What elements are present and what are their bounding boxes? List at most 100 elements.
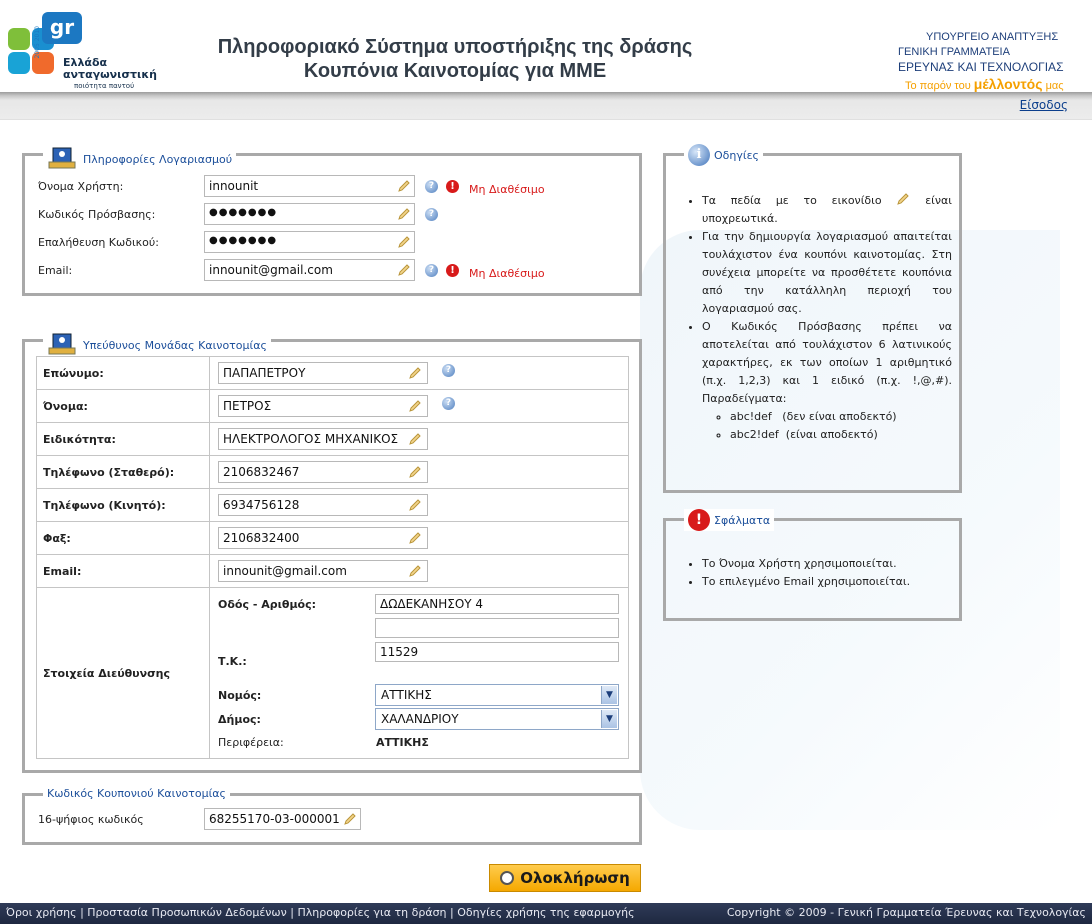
- required-pencil-icon: [409, 499, 421, 511]
- errors-legend: ! Σφάλματα: [684, 509, 775, 531]
- field-help-icon[interactable]: ?: [442, 364, 455, 377]
- chevron-down-icon[interactable]: ▼: [601, 710, 617, 728]
- email-error-text: Μη Διαθέσιμο: [469, 267, 545, 280]
- instruction-item: Τα πεδία με το εικονίδιο είναι υποχρεωτι…: [702, 192, 952, 228]
- zip-label: Τ.Κ.:: [218, 655, 247, 668]
- error-item: Το Όνομα Χρήστη χρησιμοποιείται.: [702, 555, 952, 573]
- confirm-password-input[interactable]: ●●●●●●●: [204, 231, 415, 253]
- municipality-select[interactable]: ΧΑΛΑΝΔΡΙΟΥ ▼: [375, 708, 619, 730]
- municipality-label: Δήμος:: [218, 713, 261, 726]
- field-cell: 6934756128: [209, 488, 629, 522]
- password-help-icon[interactable]: ?: [425, 208, 438, 221]
- header: gr 2005 2010 Ελλάδα ανταγωνιστική ποιότη…: [0, 0, 1092, 92]
- footer-separator: |: [286, 906, 298, 919]
- ministry-line2: ΓΕΝΙΚΗ ΓΡΑΜΜΑΤΕΙΑ: [898, 46, 1010, 58]
- field-cell: innounit@gmail.com: [209, 554, 629, 588]
- required-pencil-icon: [344, 813, 356, 825]
- prefecture-select[interactable]: ΑΤΤΙΚΗΣ ▼: [375, 684, 619, 706]
- responsible-legend-text: Υπεύθυνος Μονάδας Καινοτομίας: [83, 338, 267, 352]
- instruction-item: Για την δημιουργία λογαριασμού απαιτείτα…: [702, 228, 952, 318]
- slogan-bold: μέλλοντός: [973, 76, 1043, 92]
- logo-text-line2: ανταγωνιστική: [63, 68, 157, 81]
- street-label: Οδός - Αριθμός:: [218, 598, 317, 611]
- field-label: Email:: [36, 554, 210, 588]
- account-legend: Πληροφορίες Λογαριασμού: [43, 146, 237, 172]
- required-pencil-icon: [409, 466, 421, 478]
- field-label: Φαξ:: [36, 521, 210, 555]
- region-label: Περιφέρεια:: [218, 736, 284, 749]
- field-cell: 2106832467: [209, 455, 629, 489]
- address-row: Στοιχεία Διεύθυνσης Οδός - Αριθμός: ΔΩΔΕ…: [36, 587, 629, 759]
- page-title-line1: Πληροφοριακό Σύστημα υποστήριξης της δρά…: [217, 36, 693, 58]
- username-help-icon[interactable]: ?: [425, 180, 438, 193]
- field-input[interactable]: ΠΕΤΡΟΣ: [218, 395, 428, 417]
- table-row: Ειδικότητα: ΗΛΕΚΤΡΟΛΟΓΟΣ ΜΗΧΑΝΙΚΟΣ: [36, 422, 629, 456]
- field-label: Επώνυμο:: [36, 356, 210, 390]
- address-cell: Οδός - Αριθμός: ΔΩΔΕΚΑΝΗΣΟΥ 4 Τ.Κ.: 1152…: [209, 587, 629, 759]
- responsible-fieldset: Υπεύθυνος Μονάδας Καινοτομίας Επώνυμο: ΠΑ…: [22, 332, 642, 773]
- field-label: Τηλέφωνο (Σταθερό):: [36, 455, 210, 489]
- username-label: Όνομα Χρήστη:: [38, 180, 124, 193]
- required-pencil-icon: [897, 193, 910, 205]
- field-input[interactable]: innounit@gmail.com: [218, 560, 428, 582]
- street-input[interactable]: ΔΩΔΕΚΑΝΗΣΟΥ 4: [375, 594, 619, 614]
- footer-link-guide[interactable]: Οδηγίες χρήσης της εφαρμογής: [457, 906, 634, 919]
- example-item: abc!def (δεν είναι αποδεκτό): [730, 408, 952, 426]
- password-label: Κωδικός Πρόσβασης:: [38, 208, 156, 221]
- table-row: Τηλέφωνο (Κινητό): 6934756128: [36, 488, 629, 522]
- logo-years: 2005 2010: [34, 26, 41, 59]
- coupon-code-input[interactable]: 68255170-03-000001: [204, 808, 361, 830]
- email-label: Email:: [38, 264, 73, 277]
- field-label: Όνομα:: [36, 389, 210, 423]
- ministry-line1: ΥΠΟΥΡΓΕΙΟ ΑΝΑΠΤΥΞΗΣ: [926, 31, 1059, 43]
- field-input[interactable]: 2106832400: [218, 527, 428, 549]
- ministry-block: ΥΠΟΥΡΓΕΙΟ ΑΝΑΠΤΥΞΗΣ ΓΕΝΙΚΗ ΓΡΑΜΜΑΤΕΙΑ ΕΡ…: [898, 30, 1063, 75]
- required-pencil-icon: [398, 264, 410, 276]
- email-error-icon: !: [446, 264, 459, 277]
- instructions-legend: i Οδηγίες: [684, 144, 763, 166]
- copyright: Copyright © 2009 - Γενική Γραμματεία Έρε…: [726, 906, 1086, 919]
- account-legend-text: Πληροφορίες Λογαριασμού: [83, 152, 233, 166]
- footer-separator: |: [76, 906, 88, 919]
- field-label: Ειδικότητα:: [36, 422, 210, 456]
- field-input[interactable]: ΗΛΕΚΤΡΟΛΟΓΟΣ ΜΗΧΑΝΙΚΟΣ: [218, 428, 428, 450]
- slogan-pre: Το παρόν του: [905, 80, 971, 92]
- logo-badge: gr: [42, 12, 82, 44]
- required-pencil-icon: [398, 208, 410, 220]
- user-account-icon: [48, 333, 76, 355]
- page-title: Πληροφοριακό Σύστημα υποστήριξης της δρά…: [150, 35, 760, 83]
- field-help-icon[interactable]: ?: [442, 397, 455, 410]
- login-link[interactable]: Είσοδος: [1020, 98, 1068, 112]
- example-item: abc2!def (είναι αποδεκτό): [730, 426, 952, 444]
- footer-link-info[interactable]: Πληροφορίες για τη δράση: [297, 906, 446, 919]
- email-help-icon[interactable]: ?: [425, 264, 438, 277]
- field-input[interactable]: 6934756128: [218, 494, 428, 516]
- municipality-value: ΧΑΛΑΝΔΡΙΟΥ: [381, 712, 459, 726]
- footer-links: Όροι χρήσης | Προστασία Προσωπικών Δεδομ…: [6, 906, 635, 919]
- password-input[interactable]: ●●●●●●●: [204, 203, 415, 225]
- zip-input[interactable]: 11529: [375, 642, 619, 662]
- required-pencil-icon: [409, 532, 421, 544]
- chevron-down-icon[interactable]: ▼: [601, 686, 617, 704]
- street2-input[interactable]: [375, 618, 619, 638]
- footer-link-privacy[interactable]: Προστασία Προσωπικών Δεδομένων: [87, 906, 287, 919]
- required-pencil-icon: [398, 236, 410, 248]
- errors-fieldset: ! Σφάλματα Το Όνομα Χρήστη χρησιμοποιείτ…: [663, 509, 962, 621]
- complete-button[interactable]: Ολοκλήρωση: [489, 864, 641, 892]
- field-input[interactable]: ΠΑΠΑΠΕΤΡΟΥ: [218, 362, 428, 384]
- username-input[interactable]: innounit: [204, 175, 415, 197]
- required-pencil-icon: [409, 400, 421, 412]
- required-pencil-icon: [409, 433, 421, 445]
- error-item: Το επιλεγμένο Email χρησιμοποιείται.: [702, 573, 952, 591]
- logo-text-line3: ποιότητα παντού: [74, 82, 135, 90]
- table-row: Επώνυμο: ΠΑΠΑΠΕΤΡΟΥ?: [36, 356, 629, 390]
- email-input[interactable]: innounit@gmail.com: [204, 259, 415, 281]
- footer-link-terms[interactable]: Όροι χρήσης: [6, 906, 77, 919]
- coupon-code-label: 16-ψήφιος κωδικός: [38, 813, 144, 826]
- required-pencil-icon: [409, 565, 421, 577]
- field-label: Τηλέφωνο (Κινητό):: [36, 488, 210, 522]
- instructions-fieldset: i Οδηγίες Τα πεδία με το εικονίδιο είναι…: [663, 144, 962, 493]
- field-input[interactable]: 2106832467: [218, 461, 428, 483]
- field-cell: 2106832400: [209, 521, 629, 555]
- prefecture-label: Νομός:: [218, 689, 262, 702]
